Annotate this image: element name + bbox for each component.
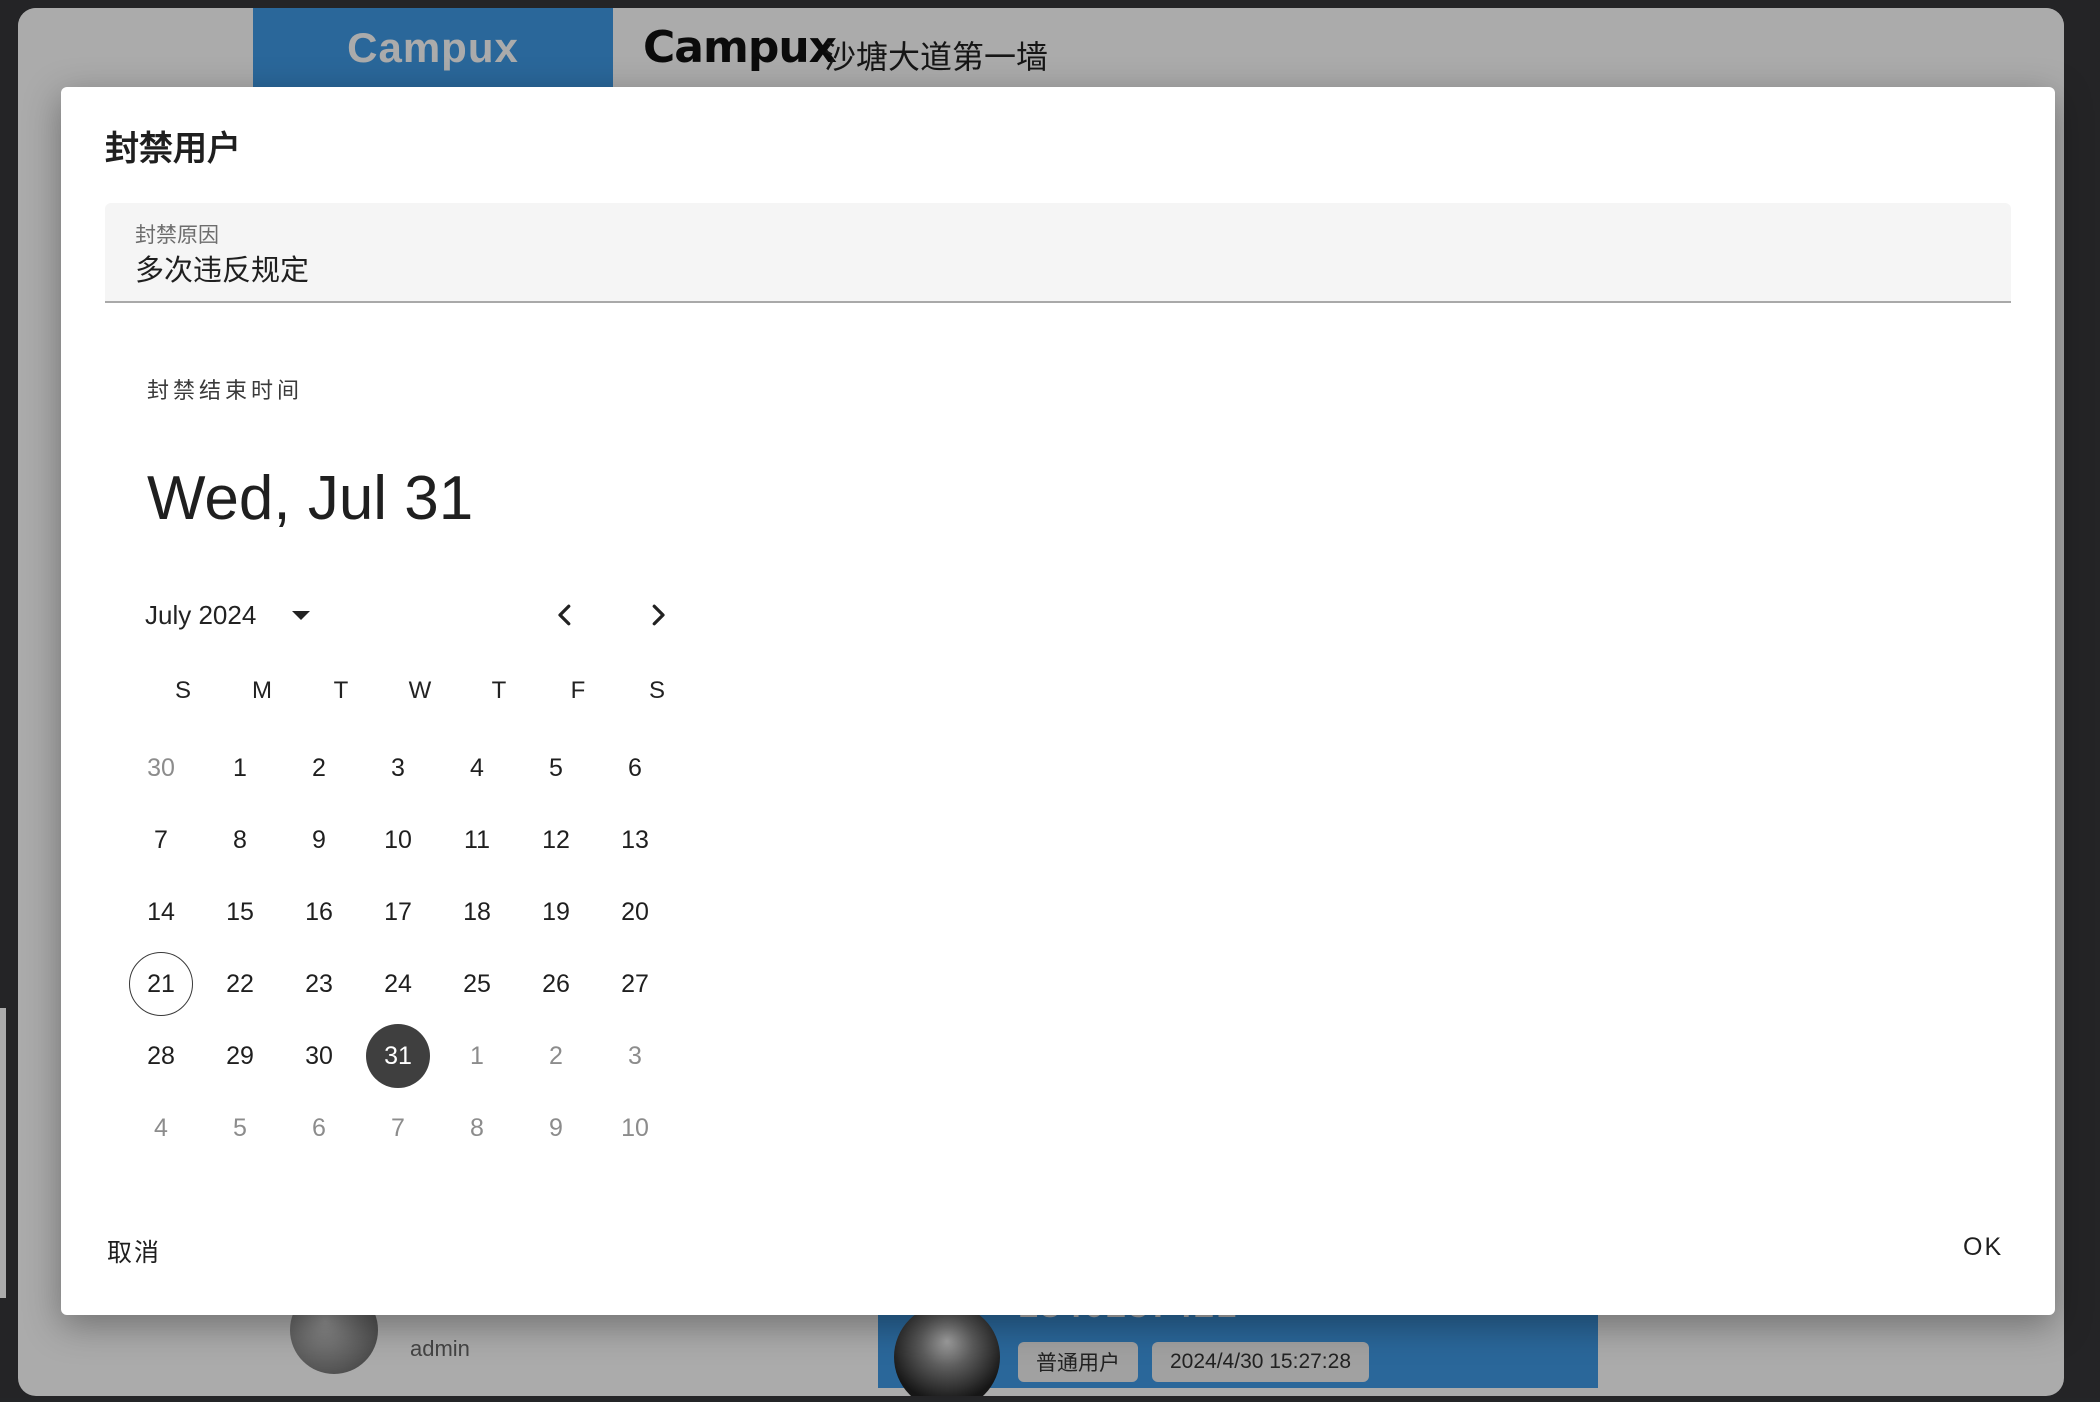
calendar-day[interactable]: 23 [287, 952, 351, 1016]
calendar-day[interactable]: 8 [208, 808, 272, 872]
calendar-day[interactable]: 1 [208, 736, 272, 800]
calendar-day[interactable]: 18 [445, 880, 509, 944]
calendar-day[interactable]: 2 [524, 1024, 588, 1088]
calendar-day[interactable]: 19 [524, 880, 588, 944]
next-month-button[interactable] [630, 587, 686, 643]
calendar-day[interactable]: 24 [366, 952, 430, 1016]
calendar-day[interactable]: 6 [287, 1096, 351, 1160]
weekday-label: M [252, 677, 272, 704]
calendar-day[interactable]: 9 [287, 808, 351, 872]
calendar-day[interactable]: 16 [287, 880, 351, 944]
calendar-day[interactable]: 11 [445, 808, 509, 872]
chevron-left-icon [558, 604, 571, 626]
calendar-day[interactable]: 9 [524, 1096, 588, 1160]
calendar-day[interactable]: 6 [603, 736, 667, 800]
calendar-day[interactable]: 27 [603, 952, 667, 1016]
ok-button[interactable]: OK [1963, 1233, 2003, 1262]
calendar-day[interactable]: 25 [445, 952, 509, 1016]
caret-down-icon[interactable] [292, 610, 311, 620]
date-picker-label: 封禁结束时间 [147, 378, 304, 403]
calendar-day[interactable]: 4 [445, 736, 509, 800]
calendar-day[interactable]: 10 [366, 808, 430, 872]
calendar-day[interactable]: 1 [445, 1024, 509, 1088]
calendar-day[interactable]: 13 [603, 808, 667, 872]
ban-reason-field[interactable]: 封禁原因 [105, 203, 2011, 303]
calendar-day[interactable]: 28 [129, 1024, 193, 1088]
calendar-day[interactable]: 4 [129, 1096, 193, 1160]
ban-user-dialog: 封禁用户 封禁原因 封禁结束时间 Wed, Jul 31 July 2024 S… [61, 87, 2055, 1315]
dialog-title: 封禁用户 [105, 130, 241, 168]
calendar-day-selected[interactable]: 31 [366, 1024, 430, 1088]
calendar-day[interactable]: 3 [603, 1024, 667, 1088]
weekday-label: F [570, 677, 586, 704]
calendar-day[interactable]: 30 [129, 736, 193, 800]
weekday-label: W [408, 677, 432, 704]
previous-month-button[interactable] [537, 587, 593, 643]
weekday-label: S [648, 677, 665, 704]
calendar-day[interactable]: 20 [603, 880, 667, 944]
cancel-button[interactable]: 取消 [107, 1233, 161, 1269]
calendar-day[interactable]: 7 [366, 1096, 430, 1160]
calendar-day[interactable]: 30 [287, 1024, 351, 1088]
ban-reason-input[interactable] [135, 251, 1935, 284]
calendar-day-today[interactable]: 21 [129, 952, 193, 1016]
calendar-day[interactable]: 5 [524, 736, 588, 800]
month-year-selector[interactable]: July 2024 [145, 587, 311, 643]
weekday-label: T [491, 677, 507, 704]
selected-date-headline: Wed, Jul 31 [147, 464, 474, 533]
weekday-label: S [174, 677, 191, 704]
calendar-day[interactable]: 10 [603, 1096, 667, 1160]
ban-reason-label: 封禁原因 [135, 224, 219, 247]
calendar-day[interactable]: 22 [208, 952, 272, 1016]
chevron-right-icon [652, 604, 665, 626]
calendar-day[interactable]: 2 [287, 736, 351, 800]
calendar-day[interactable]: 8 [445, 1096, 509, 1160]
weekday-label: T [333, 677, 349, 704]
calendar-day[interactable]: 26 [524, 952, 588, 1016]
calendar-day[interactable]: 29 [208, 1024, 272, 1088]
calendar-day[interactable]: 17 [366, 880, 430, 944]
calendar-day[interactable]: 3 [366, 736, 430, 800]
calendar-day[interactable]: 15 [208, 880, 272, 944]
calendar-day[interactable]: 12 [524, 808, 588, 872]
calendar-day[interactable]: 7 [129, 808, 193, 872]
calendar-day[interactable]: 14 [129, 880, 193, 944]
calendar-day[interactable]: 5 [208, 1096, 272, 1160]
month-year-label: July 2024 [145, 599, 257, 630]
